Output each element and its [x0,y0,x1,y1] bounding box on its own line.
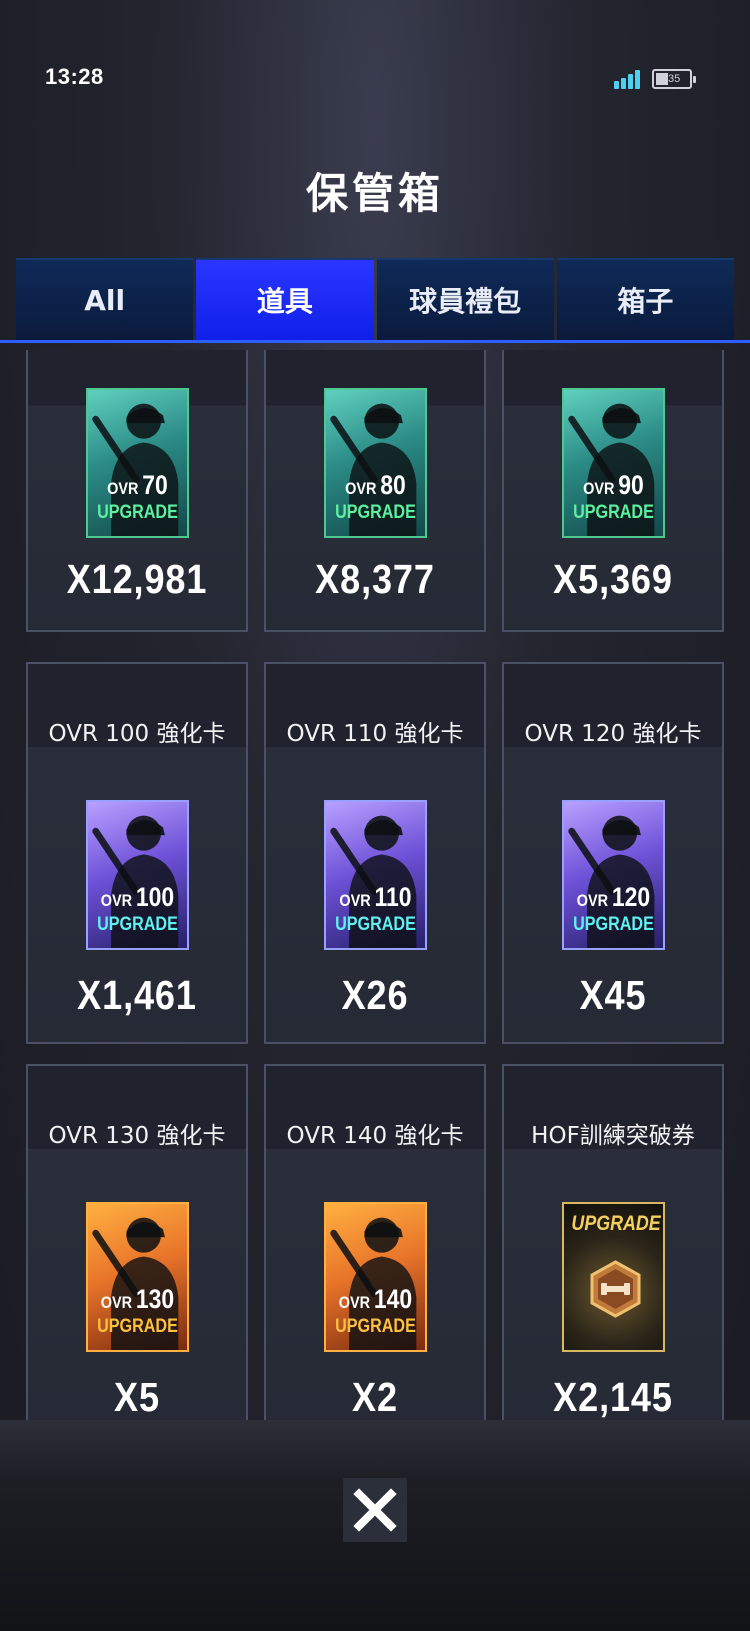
card-ovr-value: 70 [142,470,168,500]
card-ovr-prefix: OVR [345,479,377,498]
item-count: X1,461 [77,972,197,1018]
upgrade-card-image: OVR 100 UPGRADE [86,800,189,950]
card-ovr-prefix: OVR [100,1293,133,1312]
item-name: OVR 100 強化卡 [48,721,226,747]
status-time: 13:28 [45,64,104,89]
card-upgrade-text: UPGRADE [335,502,416,523]
card-upgrade-text: UPGRADE [335,1316,416,1337]
card-ovr-value: 120 [611,882,651,912]
item-count: X5 [114,1374,160,1420]
page-title: 保管箱 [305,169,444,218]
tab-player-packs[interactable]: 球員禮包 [376,258,554,340]
signal-icon [614,69,644,89]
card-ovr-value: 140 [373,1284,413,1314]
item-grid: OVR 70 UPGRADE X12,981 OVR 80 UPGRADE X8,377 O… [26,350,724,1435]
card-upgrade-text: UPGRADE [573,914,654,935]
card-ovr-value: 90 [618,470,644,500]
card-upgrade-text: UPGRADE [335,914,416,935]
card-ovr-prefix: OVR [107,479,139,498]
upgrade-card-image: OVR 90 UPGRADE [562,388,665,538]
upgrade-card-image: UPGRADE [562,1202,665,1352]
item-count: X2,145 [553,1374,673,1420]
card-upgrade-text: UPGRADE [97,1316,178,1337]
category-tabs: All 道具 球員禮包 箱子 [16,258,734,340]
item-name: OVR 110 強化卡 [286,721,464,747]
card-ovr-value: 130 [135,1284,175,1314]
item-count: X8,377 [315,556,435,602]
battery-level: 35 [668,73,681,85]
close-icon [353,1488,397,1532]
card-ovr-prefix: OVR [576,891,609,910]
item-cell[interactable]: OVR 90 UPGRADE X5,369 [502,350,724,632]
item-cell[interactable]: OVR 120 強化卡 OVR 120 UPGRADE X45 [502,662,724,1044]
item-cell[interactable]: OVR 140 強化卡 OVR 140 UPGRADE X2 [264,1064,486,1435]
card-ovr-value: 110 [374,882,412,912]
close-button[interactable] [343,1478,407,1542]
card-upgrade-text: UPGRADE [97,502,178,523]
item-count: X45 [579,972,647,1018]
tab-boxes[interactable]: 箱子 [556,258,734,340]
card-ovr: OVR 140 [333,1284,417,1315]
upgrade-card-image: OVR 120 UPGRADE [562,800,665,950]
card-ovr-prefix: OVR [583,479,615,498]
item-cell[interactable]: OVR 80 UPGRADE X8,377 [264,350,486,632]
item-count: X5,369 [553,556,673,602]
card-ovr-prefix: OVR [339,891,371,910]
card-upgrade-text: UPGRADE [573,502,654,523]
upgrade-card-image: OVR 110 UPGRADE [324,800,427,950]
upgrade-card-image: OVR 80 UPGRADE [324,388,427,538]
card-ovr: OVR 90 [571,470,655,501]
item-name: OVR 120 強化卡 [524,721,702,747]
card-ovr-value: 80 [380,470,406,500]
card-ovr: OVR 130 [95,1284,179,1315]
card-ovr: OVR 70 [95,470,179,501]
battery-icon: 35 [652,69,696,89]
card-upgrade-text: UPGRADE [97,914,178,935]
card-ovr: OVR 80 [333,470,417,501]
upgrade-card-image: OVR 70 UPGRADE [86,388,189,538]
card-ovr-prefix: OVR [338,1293,371,1312]
card-ovr-value: 100 [135,882,175,912]
dumbbell-hex-icon [590,1260,641,1318]
item-count: X26 [341,972,409,1018]
card-ovr: OVR 100 [95,882,179,913]
item-count: X2 [352,1374,398,1420]
item-name: OVR 140 強化卡 [286,1123,464,1149]
card-upgrade-text: UPGRADE [571,1212,661,1235]
card-ovr-prefix: OVR [100,891,133,910]
tab-all[interactable]: All [16,258,194,340]
item-cell[interactable]: OVR 100 強化卡 OVR 100 UPGRADE X1,461 [26,662,248,1044]
item-cell[interactable]: HOF訓練突破券 UPGRADE X2,145 [502,1064,724,1435]
tab-underline [0,340,750,343]
item-name: HOF訓練突破券 [531,1123,695,1149]
card-ovr: OVR 110 [333,882,417,913]
status-bar: 13:28 35 [0,0,750,150]
card-ovr: OVR 120 [571,882,655,913]
item-count: X12,981 [66,556,208,602]
item-name: OVR 130 強化卡 [48,1123,226,1149]
item-cell[interactable]: OVR 70 UPGRADE X12,981 [26,350,248,632]
item-cell[interactable]: OVR 110 強化卡 OVR 110 UPGRADE X26 [264,662,486,1044]
item-cell[interactable]: OVR 130 強化卡 OVR 130 UPGRADE X5 [26,1064,248,1435]
tab-items[interactable]: 道具 [196,258,374,340]
upgrade-card-image: OVR 130 UPGRADE [86,1202,189,1352]
upgrade-card-image: OVR 140 UPGRADE [324,1202,427,1352]
